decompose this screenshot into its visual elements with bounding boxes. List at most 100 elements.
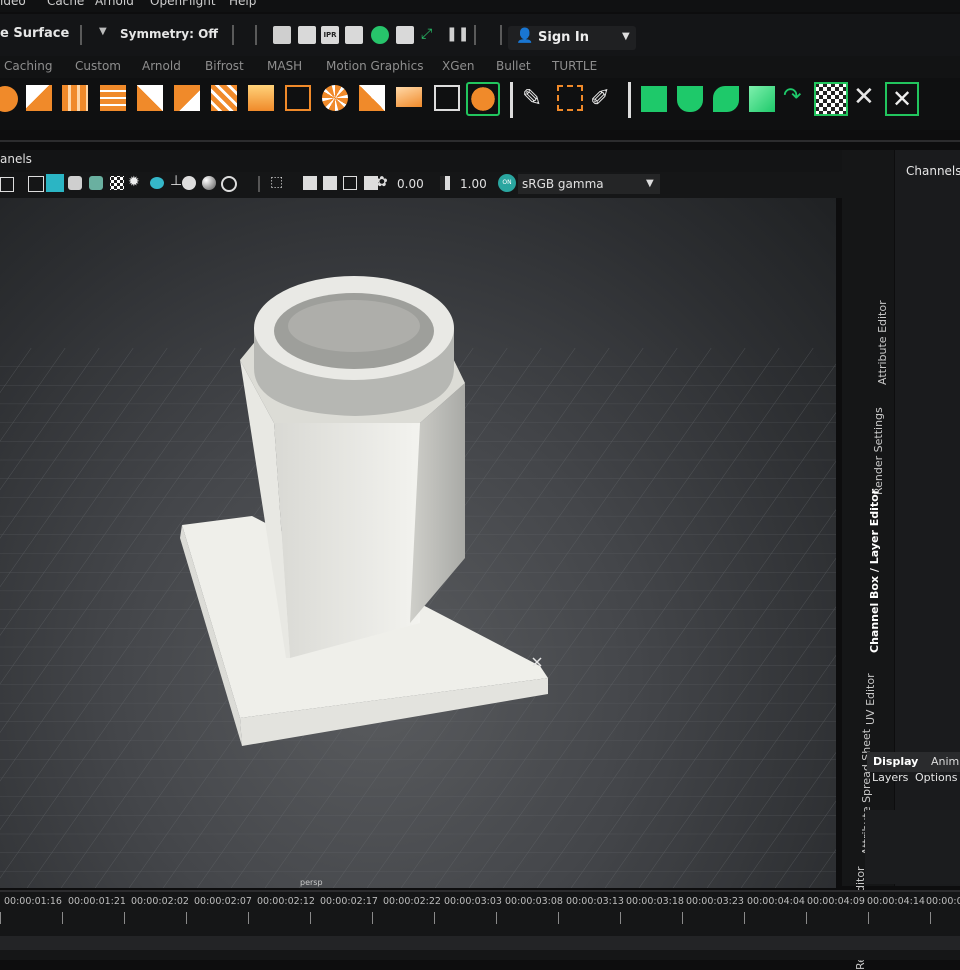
bounding-box-icon[interactable]	[557, 85, 583, 111]
tab-uv-editor[interactable]: UV Editor	[864, 673, 877, 725]
paint-tool-icon[interactable]: ✐	[590, 84, 610, 112]
color-management-icon[interactable]: ON	[498, 174, 516, 192]
viewport-scene	[0, 276, 836, 888]
sign-in-button[interactable]: 👤 Sign In ▼	[508, 26, 636, 50]
resolution-gate-icon[interactable]	[323, 176, 337, 190]
tab-attribute-editor[interactable]: Attribute Editor	[876, 300, 889, 385]
xray-icon[interactable]	[110, 176, 124, 190]
ipr-render-icon[interactable]: IPR	[321, 26, 339, 44]
shelf-tab-motion-graphics[interactable]: Motion Graphics	[326, 59, 424, 73]
render-view-icon[interactable]	[273, 26, 291, 44]
transform-icon[interactable]: ✕	[853, 82, 875, 112]
timecode-label: 00:00:02:07	[194, 896, 252, 907]
checker-texture-icon[interactable]	[814, 82, 848, 116]
subdivide-icon[interactable]	[100, 85, 126, 111]
channel-box-panel: Channels Display Anim Layers Options	[865, 150, 960, 886]
camera-attributes-icon[interactable]	[0, 177, 14, 192]
tab-display[interactable]: Display	[873, 755, 918, 768]
shelf-tab-bullet[interactable]: Bullet	[496, 59, 531, 73]
shelf-tab-turtle[interactable]: TURTLE	[552, 59, 597, 73]
make-live-surface-label[interactable]: e Surface	[0, 26, 69, 41]
antialias-icon[interactable]	[221, 176, 237, 192]
motion-blur-icon[interactable]	[202, 176, 216, 190]
timecode-label: 00:00:03:23	[686, 896, 744, 907]
bevel-icon[interactable]	[174, 85, 200, 111]
dropdown-arrow-icon[interactable]: ▼	[99, 26, 107, 37]
extrude-icon[interactable]	[137, 85, 163, 111]
timecode-label: 00:00:04:14	[867, 896, 925, 907]
menu-item-help[interactable]: Help	[229, 0, 256, 8]
ambient-occlusion-icon[interactable]	[182, 176, 196, 190]
viewport-toolbar: ✹ ⊥ ⬚ ✿ 0.00 1.00 ON sRGB gamma ▼	[0, 172, 842, 198]
ring-top-mesh[interactable]	[254, 276, 454, 416]
timecode-label: 00:00:02:02	[131, 896, 189, 907]
range-slider[interactable]	[0, 936, 960, 950]
pause-icon[interactable]: ❚❚	[446, 26, 469, 42]
select-camera-icon[interactable]: ⬚	[270, 174, 283, 190]
snapshot-icon[interactable]: ⤢	[421, 26, 432, 42]
exposure-value[interactable]: 0.00	[397, 177, 424, 191]
render-sequence-icon[interactable]	[396, 26, 414, 44]
render-settings-icon[interactable]	[345, 26, 363, 44]
bridge-icon[interactable]	[285, 85, 311, 111]
shadows-icon[interactable]	[150, 177, 164, 189]
tab-render-settings[interactable]: Render Settings	[872, 407, 885, 495]
split-polygon-icon[interactable]	[62, 85, 88, 111]
tab-anim[interactable]: Anim	[931, 755, 959, 768]
timecode-label: 00:00:03:08	[505, 896, 563, 907]
smooth-icon[interactable]	[322, 85, 348, 111]
shelf-tab-xgen[interactable]: XGen	[442, 59, 475, 73]
mirror-icon[interactable]	[359, 85, 385, 111]
default-material-icon[interactable]	[68, 176, 82, 190]
target-weld-icon[interactable]	[434, 85, 460, 111]
channels-title[interactable]: Channels	[906, 164, 960, 178]
exposure-icon[interactable]: ✿	[376, 174, 388, 190]
layers-menu[interactable]: Layers	[872, 771, 908, 784]
uv-map-icon[interactable]	[396, 87, 422, 107]
timecode-label: 00:00:0	[926, 896, 960, 907]
booleans-icon[interactable]	[466, 82, 500, 116]
shelf-tab-mash[interactable]: MASH	[267, 59, 302, 73]
time-slider[interactable]: 00:00:01:16 00:00:01:21 00:00:02:02 00:0…	[0, 890, 960, 960]
sphere-tool-icon[interactable]	[0, 86, 18, 112]
viewport-3d[interactable]: persp	[0, 198, 836, 888]
shelf-tab-bifrost[interactable]: Bifrost	[205, 59, 244, 73]
menu-item-prev[interactable]: ideo	[0, 0, 26, 8]
symmetry-label[interactable]: Symmetry: Off	[120, 27, 218, 41]
render-frame-icon[interactable]	[298, 26, 316, 44]
menu-item-cache[interactable]: Cache	[47, 0, 84, 8]
film-gate-icon[interactable]	[303, 176, 317, 190]
combine-icon[interactable]	[211, 85, 237, 111]
lights-icon[interactable]: ✹	[128, 174, 140, 190]
separate-icon[interactable]	[248, 85, 274, 111]
wireframe-icon[interactable]	[28, 176, 44, 192]
nurbs-cone-icon[interactable]	[713, 86, 739, 112]
shelf-tab-arnold[interactable]: Arnold	[142, 59, 181, 73]
menu-item-arnold[interactable]: Arnold	[95, 0, 134, 8]
timecode-label: 00:00:02:12	[257, 896, 315, 907]
gamma-icon[interactable]	[440, 176, 450, 190]
layer-tab-bar: Display Anim	[867, 752, 960, 772]
pencil-icon[interactable]: ✎	[522, 84, 542, 112]
options-menu[interactable]: Options	[915, 771, 957, 784]
hypershade-icon[interactable]	[371, 26, 389, 44]
panel-menu-channels[interactable]: anels	[0, 152, 32, 166]
gamma-value[interactable]: 1.00	[460, 177, 487, 191]
smooth-shade-icon[interactable]	[46, 174, 64, 192]
cube-tool-icon[interactable]	[26, 85, 52, 111]
tab-channel-box-layer-editor[interactable]: Channel Box / Layer Editor	[868, 489, 881, 653]
scale-tool-icon[interactable]: ✕	[885, 82, 919, 116]
nurbs-plane-icon[interactable]	[749, 86, 775, 112]
curve-tool-icon[interactable]: ↷	[783, 84, 801, 109]
nurbs-cube-icon[interactable]	[641, 86, 667, 112]
isolate-icon[interactable]: ⊥	[170, 173, 182, 189]
gate-mask-icon[interactable]	[343, 176, 357, 190]
chevron-down-icon: ▼	[622, 31, 630, 42]
menu-item-openflight[interactable]: OpenFlight	[150, 0, 216, 8]
shelf-tab-caching[interactable]: Caching	[4, 59, 53, 73]
colorspace-dropdown[interactable]: sRGB gamma ▼	[518, 174, 660, 194]
nurbs-cylinder-icon[interactable]	[677, 86, 703, 112]
textured-icon[interactable]	[89, 176, 103, 190]
shelf-tab-custom[interactable]: Custom	[75, 59, 121, 73]
layer-list[interactable]	[865, 810, 960, 884]
